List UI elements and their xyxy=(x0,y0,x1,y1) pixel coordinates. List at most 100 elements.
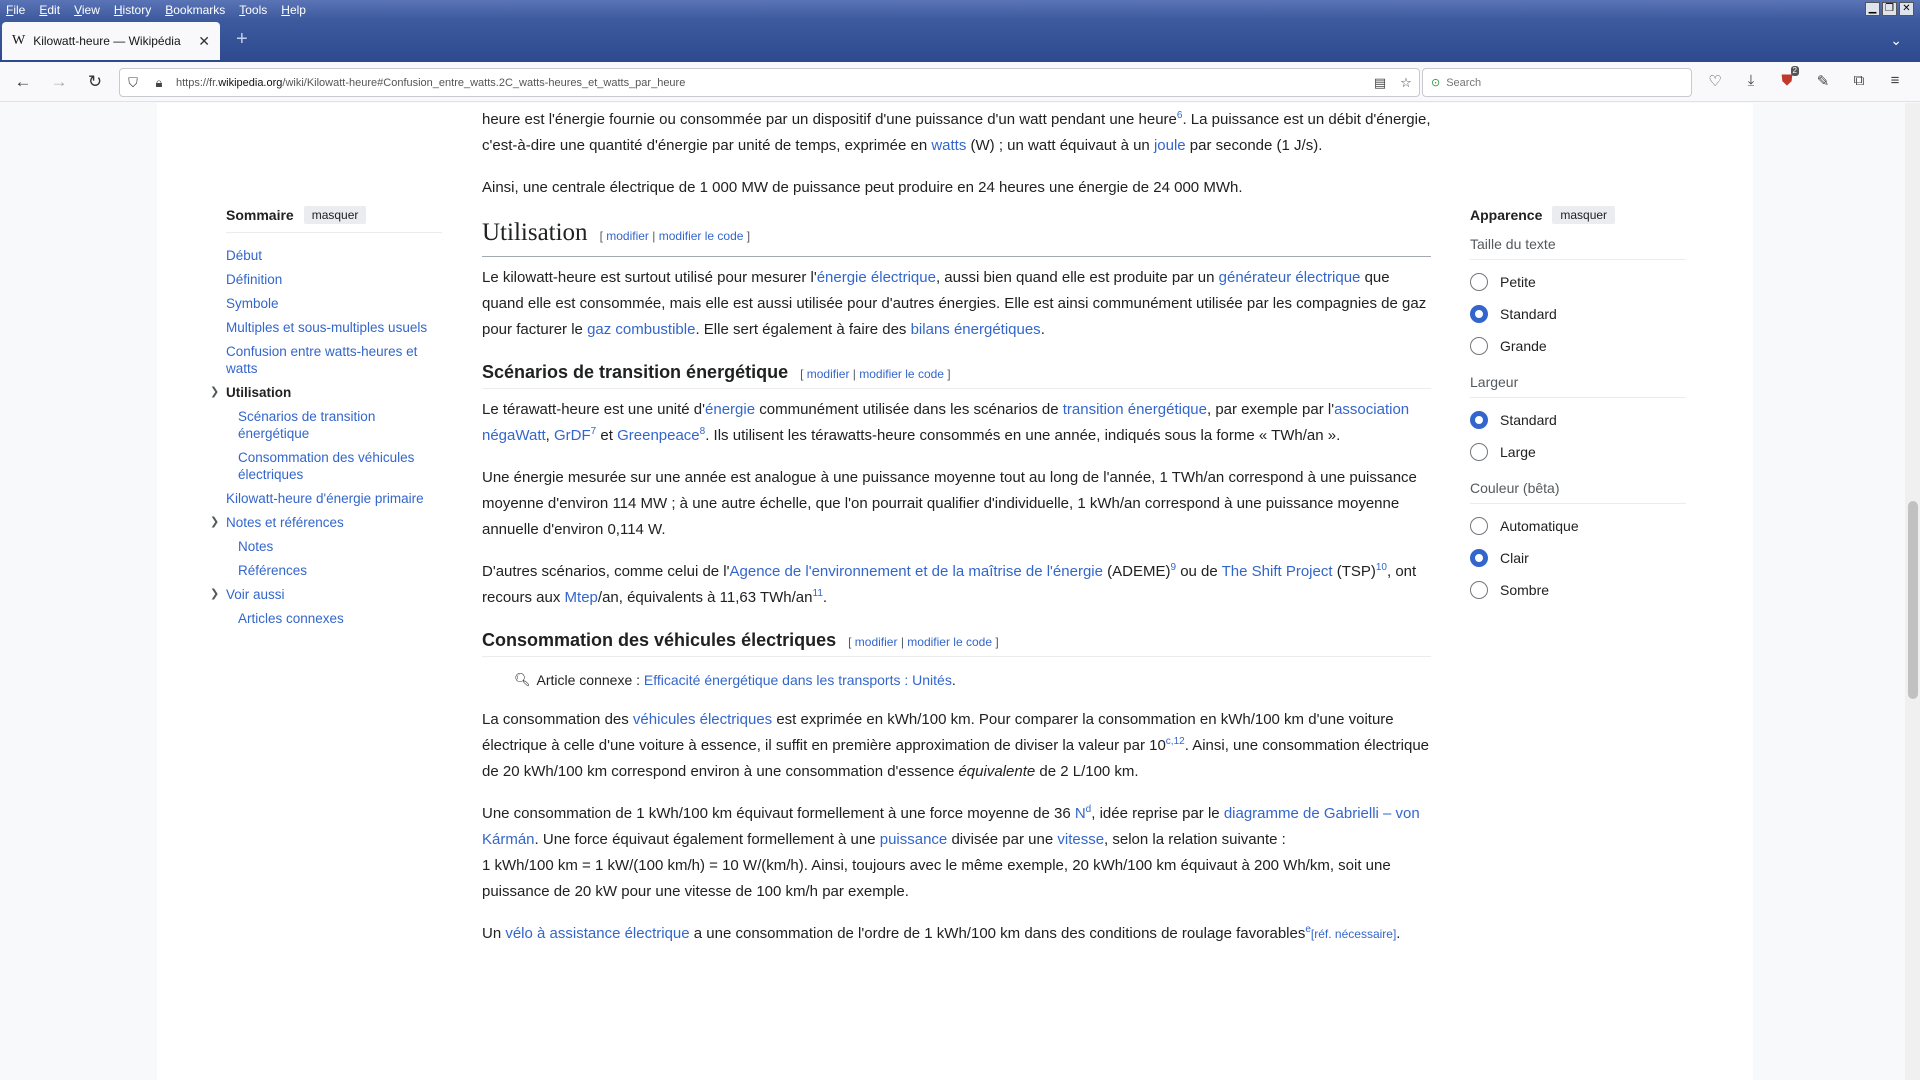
toc-item-utilisation[interactable]: ❯ Utilisation xyxy=(210,380,442,404)
reference-10[interactable]: 10 xyxy=(1376,562,1387,573)
link-joule[interactable]: joule xyxy=(1154,137,1186,154)
toc-item-debut[interactable]: Début xyxy=(226,243,442,267)
close-window-icon[interactable]: ✕ xyxy=(1899,2,1914,16)
toc-item-symbole[interactable]: Symbole xyxy=(226,291,442,315)
hamburger-menu-icon[interactable]: ≡ xyxy=(1885,72,1905,92)
reader-view-icon[interactable]: ▤ xyxy=(1367,75,1393,91)
toc-item-notes-references[interactable]: ❯ Notes et références xyxy=(210,510,442,534)
reference-11[interactable]: 11 xyxy=(813,588,823,599)
link-vehicules-electriques[interactable]: véhicules électriques xyxy=(633,711,772,728)
link-generateur-electrique[interactable]: générateur électrique xyxy=(1219,269,1361,286)
menu-tools[interactable]: Tools xyxy=(239,3,267,17)
radio-button[interactable] xyxy=(1470,443,1488,461)
list-all-tabs-icon[interactable]: ⌄ xyxy=(1890,32,1902,49)
toc-hide-button[interactable]: masquer xyxy=(303,206,367,224)
restore-icon[interactable]: ❐ xyxy=(1882,2,1897,16)
link-grdf[interactable]: GrDF xyxy=(554,427,591,444)
extension-icon[interactable]: ✎ xyxy=(1813,72,1833,92)
scrollbar-thumb[interactable] xyxy=(1908,501,1918,699)
link-gaz-combustible[interactable]: gaz combustible xyxy=(587,321,695,338)
appearance-panel: Apparence masquer Taille du texte Petite… xyxy=(1470,206,1686,606)
toc-item-definition[interactable]: Définition xyxy=(226,267,442,291)
link-energie[interactable]: énergie xyxy=(705,401,755,418)
link-velo-assistance[interactable]: vélo à assistance électrique xyxy=(505,925,689,942)
toc-item-consommation[interactable]: Consommation des véhicules électriques xyxy=(226,445,442,486)
ublock-extension-icon[interactable]: ⛊ 2 xyxy=(1777,66,1799,92)
link-energie-electrique[interactable]: énergie électrique xyxy=(817,269,936,286)
url-bar[interactable]: ⛉ 🔒︎ https://fr.wikipedia.org/wiki/Kilow… xyxy=(119,68,1420,97)
link-efficacite-energetique[interactable]: Efficacité énergétique dans les transpor… xyxy=(644,669,952,691)
toc-item-references[interactable]: Références xyxy=(226,558,442,582)
edit-source-link[interactable]: modifier le code xyxy=(859,367,944,381)
scrollbar[interactable] xyxy=(1905,103,1920,1080)
menu-bookmarks[interactable]: Bookmarks xyxy=(165,3,225,17)
toc-item-multiples[interactable]: Multiples et sous-multiples usuels xyxy=(226,315,442,339)
link-shift-project[interactable]: The Shift Project xyxy=(1222,563,1333,580)
radio-button-checked[interactable] xyxy=(1470,305,1488,323)
link-transition-energetique[interactable]: transition énergétique xyxy=(1063,401,1207,418)
edit-section-links: [ modifier | modifier le code ] xyxy=(800,367,951,381)
tracking-shield-icon[interactable]: ⛉ xyxy=(120,75,146,91)
radio-color-light[interactable]: Clair xyxy=(1470,542,1686,574)
chevron-down-icon[interactable]: ❯ xyxy=(210,384,219,401)
appearance-hide-button[interactable]: masquer xyxy=(1552,206,1616,224)
edit-source-link[interactable]: modifier le code xyxy=(659,229,744,243)
forward-icon[interactable]: → xyxy=(47,70,71,94)
link-greenpeace[interactable]: Greenpeace xyxy=(617,427,700,444)
menu-view[interactable]: View xyxy=(74,3,100,17)
link-puissance[interactable]: puissance xyxy=(880,831,948,848)
menu-history[interactable]: History xyxy=(114,3,151,17)
tab-wikipedia[interactable]: W Kilowatt-heure — Wikipédia ✕ xyxy=(2,22,220,60)
toc-item-notes[interactable]: Notes xyxy=(226,534,442,558)
extensions-puzzle-icon[interactable]: ⧉ xyxy=(1849,72,1869,92)
edit-link[interactable]: modifier xyxy=(807,367,850,381)
lock-icon[interactable]: 🔒︎ xyxy=(146,75,172,91)
toc-item-confusion[interactable]: Confusion entre watts-heures et watts xyxy=(226,339,442,380)
minimize-icon[interactable]: ▁ xyxy=(1865,2,1880,16)
radio-button-checked[interactable] xyxy=(1470,549,1488,567)
link-vitesse[interactable]: vitesse xyxy=(1057,831,1104,848)
back-icon[interactable]: ← xyxy=(11,70,35,94)
link-ademe[interactable]: Agence de l'environnement et de la maîtr… xyxy=(730,563,1103,580)
toc-item-energie-primaire[interactable]: Kilowatt-heure d'énergie primaire xyxy=(226,486,442,510)
radio-button[interactable] xyxy=(1470,273,1488,291)
toc-item-articles-connexes[interactable]: Articles connexes xyxy=(226,606,442,630)
radio-text-size-standard[interactable]: Standard xyxy=(1470,298,1686,330)
radio-text-size-large[interactable]: Grande xyxy=(1470,330,1686,362)
link-newton[interactable]: N xyxy=(1075,805,1086,822)
search-input[interactable] xyxy=(1446,76,1667,89)
radio-width-standard[interactable]: Standard xyxy=(1470,404,1686,436)
search-bar[interactable]: ⊙ xyxy=(1422,68,1692,97)
edit-source-link[interactable]: modifier le code xyxy=(907,635,992,649)
reload-icon[interactable]: ↻ xyxy=(83,70,107,94)
link-watts[interactable]: watts xyxy=(931,137,966,154)
link-bilans-energetiques[interactable]: bilans énergétiques xyxy=(911,321,1041,338)
menu-file[interactable]: File xyxy=(6,3,25,17)
toc-item-voir-aussi[interactable]: ❯ Voir aussi xyxy=(210,582,442,606)
edit-link[interactable]: modifier xyxy=(606,229,649,243)
radio-color-dark[interactable]: Sombre xyxy=(1470,574,1686,606)
bookmark-star-icon[interactable]: ☆ xyxy=(1393,75,1419,91)
radio-button[interactable] xyxy=(1470,581,1488,599)
toc-item-scenarios[interactable]: Scénarios de transition énergétique xyxy=(226,404,442,445)
menu-edit[interactable]: Edit xyxy=(39,3,60,17)
link-mtep[interactable]: Mtep xyxy=(565,589,598,606)
search-engine-icon[interactable]: ⊙ xyxy=(1431,76,1440,89)
pocket-icon[interactable]: ♡ xyxy=(1705,72,1725,92)
edit-link[interactable]: modifier xyxy=(855,635,898,649)
close-tab-icon[interactable]: ✕ xyxy=(198,33,210,50)
menu-help[interactable]: Help xyxy=(281,3,306,17)
radio-button-checked[interactable] xyxy=(1470,411,1488,429)
new-tab-icon[interactable]: + xyxy=(236,28,248,51)
downloads-icon[interactable]: ⤓ xyxy=(1741,72,1761,92)
radio-button[interactable] xyxy=(1470,517,1488,535)
link-ref-necessaire[interactable]: [réf. nécessaire] xyxy=(1311,927,1396,941)
radio-text-size-small[interactable]: Petite xyxy=(1470,266,1686,298)
radio-button[interactable] xyxy=(1470,337,1488,355)
reference-c-12[interactable]: c,12 xyxy=(1166,736,1185,747)
radio-width-large[interactable]: Large xyxy=(1470,436,1686,468)
radio-color-automatic[interactable]: Automatique xyxy=(1470,510,1686,542)
chevron-down-icon[interactable]: ❯ xyxy=(210,514,219,531)
url-text[interactable]: https://fr.wikipedia.org/wiki/Kilowatt-h… xyxy=(172,77,1367,89)
chevron-down-icon[interactable]: ❯ xyxy=(210,586,219,603)
